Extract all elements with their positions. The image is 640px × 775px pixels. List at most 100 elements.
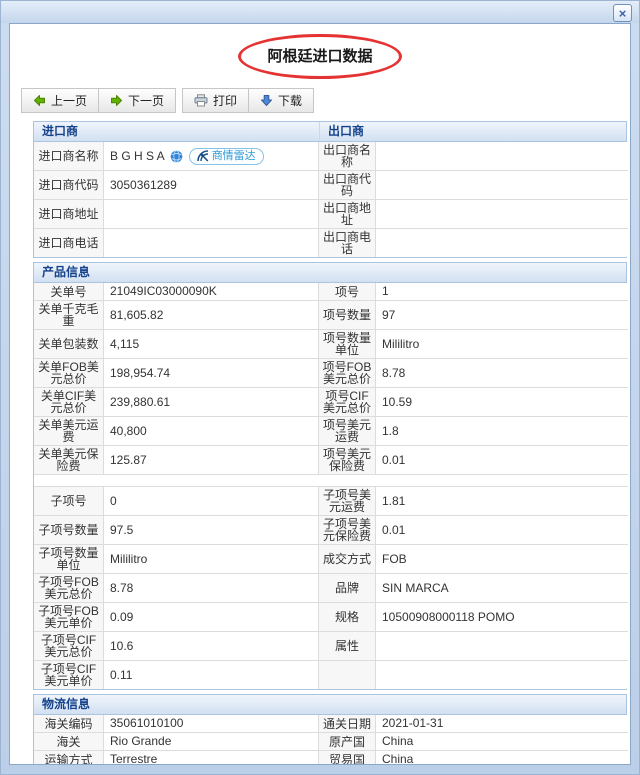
field-label: 子项号数量 (34, 516, 104, 545)
field-value: 10500908000118 POMO (376, 603, 628, 632)
section-trader: 进口商 出口商 进口商名称 B G H S A 商情雷达 出口商名称 进口商代码 305036… (33, 121, 628, 258)
section-product: 产品信息关单号 21049IC03000090K 项号 1 关单千克毛重 81,605.8… (33, 262, 628, 690)
field-label: 原产国 (319, 733, 376, 751)
field-value (376, 200, 628, 229)
field-value: 3050361289 (104, 171, 319, 200)
field-label: 贸易国 (319, 751, 376, 764)
field-value: 40,800 (104, 417, 319, 446)
field-label: 子项号美元保险费 (319, 516, 376, 545)
field-label: 项号数量 (319, 301, 376, 330)
field-value: 0.01 (376, 516, 628, 545)
field-label: 运输方式 (34, 751, 104, 764)
section-table: 海关编码 35061010100 通关日期 2021-01-31 海关 Rio Grand… (34, 715, 628, 764)
close-button[interactable]: × (613, 4, 632, 22)
field-value: 8.78 (104, 574, 319, 603)
business-radar-badge[interactable]: 商情雷达 (188, 147, 264, 165)
section-header-label: 产品信息 (42, 265, 91, 279)
field-label: 出口商电话 (319, 229, 376, 257)
field-label: 出口商名称 (319, 142, 376, 171)
field-value: Mililitro (376, 330, 628, 359)
field-label: 项号美元运费 (319, 417, 376, 446)
table-row: 子项号 0 子项号美元运费 1.81 (34, 487, 628, 516)
close-icon: × (618, 5, 627, 21)
table-row: 关单包装数 4,115 项号数量单位 Mililitro (34, 330, 628, 359)
table-row: 关单美元保险费 125.87 项号美元保险费 0.01 (34, 446, 628, 475)
toolbar-button-group: 上一页 下一页 (21, 88, 177, 113)
importer-name-wrap: B G H S A 商情雷达 (110, 147, 312, 165)
table-row: 进口商电话 出口商电话 (34, 229, 628, 257)
field-label: 关单CIF美元总价 (34, 388, 104, 417)
table-row: 子项号数量 97.5 子项号美元保险费 0.01 (34, 516, 628, 545)
toolbar-button-label: 下载 (278, 94, 303, 108)
toolbar-button-download-arrow[interactable]: 下载 (249, 89, 314, 112)
section-header-label: 物流信息 (42, 697, 91, 711)
field-label: 海关 (34, 733, 104, 751)
toolbar-button-next-arrow[interactable]: 下一页 (99, 89, 176, 112)
field-label (319, 661, 376, 689)
field-label: 子项号 (34, 487, 104, 516)
table-row: 关单号 21049IC03000090K 项号 1 (34, 283, 628, 301)
field-label: 项号美元保险费 (319, 446, 376, 475)
field-value (376, 632, 628, 661)
field-value: 10.6 (104, 632, 319, 661)
field-value: 10.59 (376, 388, 628, 417)
field-label: 关单美元运费 (34, 417, 104, 446)
table-row: 子项号FOB美元总价 8.78 品牌 SIN MARCA (34, 574, 628, 603)
field-value: China (376, 751, 628, 764)
next-arrow-icon (110, 94, 123, 107)
field-value: Mililitro (104, 545, 319, 574)
field-value (104, 200, 319, 229)
table-row: 子项号CIF美元总价 10.6 属性 (34, 632, 628, 661)
field-label: 海关编码 (34, 715, 104, 733)
window-titlebar: × (1, 1, 639, 23)
field-value: SIN MARCA (376, 574, 628, 603)
field-value: 1 (376, 283, 628, 301)
field-label: 关单美元保险费 (34, 446, 104, 475)
field-label: 出口商地址 (319, 200, 376, 229)
field-value: 239,880.61 (104, 388, 319, 417)
field-value: 0 (104, 487, 319, 516)
field-label: 属性 (319, 632, 376, 661)
field-label: 子项号美元运费 (319, 487, 376, 516)
section-header: 物流信息 (34, 695, 626, 715)
toolbar-button-prev-arrow[interactable]: 上一页 (22, 89, 100, 112)
content-panel: 阿根廷进口数据 上一页 下一页 打印 下载 进口商 出口商 进口商名称 B G H S A 商… (9, 23, 631, 765)
section-header-label: 出口商 (319, 122, 626, 141)
field-value: 1.8 (376, 417, 628, 446)
section-header: 进口商 出口商 (34, 122, 626, 142)
table-row: 海关 Rio Grande 原产国 China (34, 733, 628, 751)
field-label: 关单FOB美元总价 (34, 359, 104, 388)
field-label: 出口商代码 (319, 171, 376, 200)
toolbar-button-printer[interactable]: 打印 (183, 89, 250, 112)
globe-icon[interactable] (170, 149, 183, 163)
red-ellipse-annotation: 阿根廷进口数据 (238, 34, 402, 79)
table-row: 海关编码 35061010100 通关日期 2021-01-31 (34, 715, 628, 733)
field-label: 关单千克毛重 (34, 301, 104, 330)
field-value (376, 229, 628, 257)
toolbar-button-label: 下一页 (128, 94, 165, 108)
section-table: 关单号 21049IC03000090K 项号 1 关单千克毛重 81,605.82 项号数… (34, 283, 628, 689)
table-row: 运输方式 Terrestre 贸易国 China (34, 751, 628, 764)
field-value (376, 661, 628, 689)
field-label: 子项号FOB美元单价 (34, 603, 104, 632)
toolbar: 上一页 下一页 打印 下载 (21, 88, 630, 113)
field-value: 125.87 (104, 446, 319, 475)
field-label: 关单包装数 (34, 330, 104, 359)
field-value: China (376, 733, 628, 751)
field-label: 子项号FOB美元总价 (34, 574, 104, 603)
field-value: 4,115 (104, 330, 319, 359)
field-label: 成交方式 (319, 545, 376, 574)
field-label: 项号 (319, 283, 376, 301)
table-row (34, 475, 628, 487)
field-value: 0.11 (104, 661, 319, 689)
title-row: 阿根廷进口数据 (10, 34, 630, 79)
business-radar-badge-label: 商情雷达 (211, 149, 256, 162)
field-label: 进口商电话 (34, 229, 104, 257)
field-value: 81,605.82 (104, 301, 319, 330)
field-value: FOB (376, 545, 628, 574)
field-value: 198,954.74 (104, 359, 319, 388)
section-table: 进口商名称 B G H S A 商情雷达 出口商名称 进口商代码 3050361289 出口… (34, 142, 628, 257)
field-label: 子项号CIF美元总价 (34, 632, 104, 661)
field-value (104, 229, 319, 257)
prev-arrow-icon (33, 94, 46, 107)
